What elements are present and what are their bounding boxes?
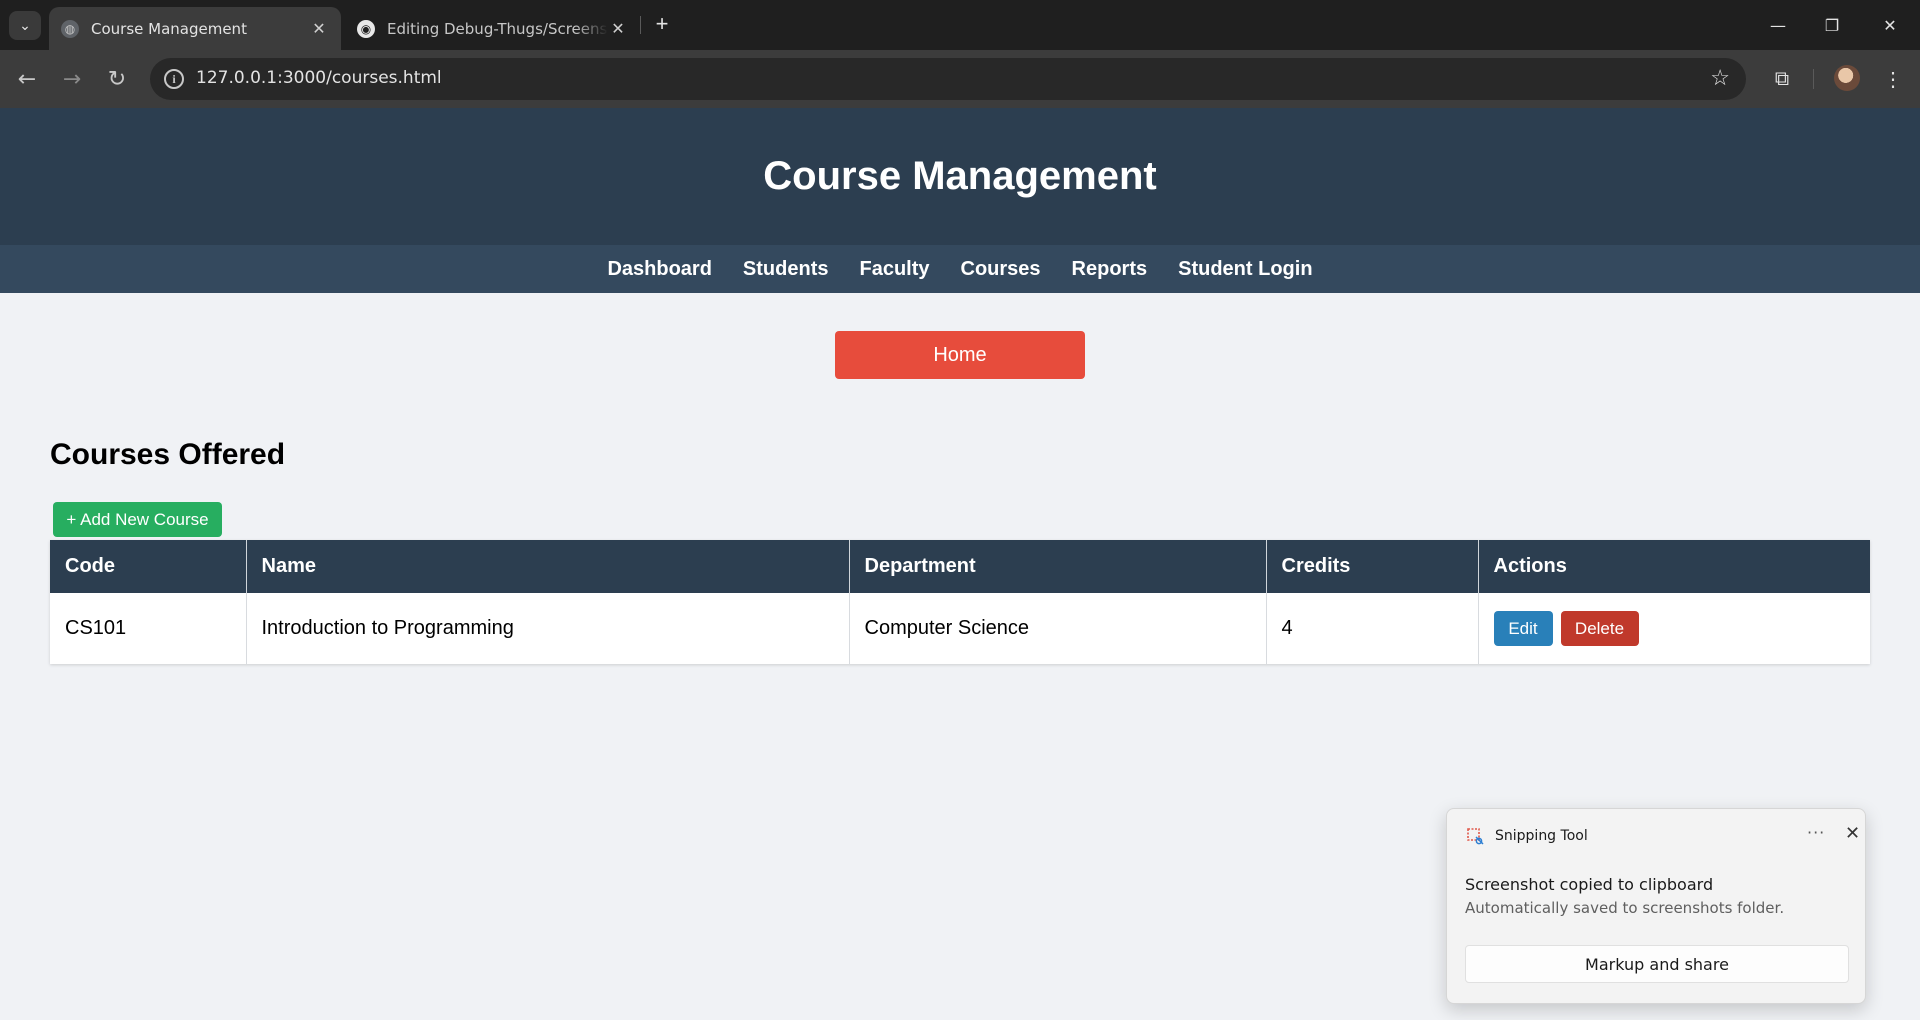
chevron-down-icon[interactable]: ⌄	[9, 11, 41, 40]
profile-avatar[interactable]	[1834, 65, 1860, 91]
toast-detail: Automatically saved to screenshots folde…	[1465, 899, 1785, 917]
nav-link-dashboard[interactable]: Dashboard	[607, 258, 711, 281]
tab-title: Editing Debug-Thugs/Screenshots	[387, 19, 608, 38]
tab-title: Course Management	[91, 19, 247, 38]
column-header-actions: Actions	[1478, 540, 1870, 593]
table-row: CS101 Introduction to Programming Comput…	[50, 593, 1870, 664]
cell-actions: Edit Delete	[1478, 593, 1870, 664]
address-bar[interactable]: i 127.0.0.1:3000/courses.html ☆	[150, 58, 1746, 100]
section-title: Courses Offered	[50, 438, 286, 471]
markup-and-share-button[interactable]: Markup and share	[1465, 945, 1849, 983]
tab-divider	[640, 16, 641, 34]
add-course-button[interactable]: + Add New Course	[53, 502, 222, 537]
more-options-icon[interactable]: ···	[1807, 823, 1825, 842]
tab-course-management[interactable]: ◍ Course Management ✕	[49, 7, 341, 50]
page-title: Course Management	[763, 154, 1157, 198]
arrow-right-icon[interactable]: →	[57, 64, 87, 94]
tab-editing-screenshots[interactable]: ◉ Editing Debug-Thugs/Screenshots ✕	[345, 7, 640, 50]
close-icon[interactable]: ✕	[309, 19, 329, 38]
puzzle-icon[interactable]: ⧉	[1767, 64, 1797, 94]
kebab-menu-icon[interactable]: ⋮	[1878, 64, 1908, 94]
plus-icon[interactable]: +	[650, 12, 674, 36]
nav-link-students[interactable]: Students	[743, 258, 829, 281]
toast-app-name: Snipping Tool	[1495, 828, 1588, 844]
cell-code: CS101	[50, 593, 247, 664]
close-icon[interactable]: ✕	[608, 19, 628, 38]
url-text[interactable]: 127.0.0.1:3000/courses.html	[196, 68, 442, 88]
table-header-row: Code Name Department Credits Actions	[50, 540, 1870, 593]
window-close-icon[interactable]: ✕	[1870, 8, 1910, 42]
browser-toolbar: ← → ↻ i 127.0.0.1:3000/courses.html ☆ ⧉ …	[0, 50, 1920, 108]
cell-name: Introduction to Programming	[246, 593, 850, 664]
arrow-left-icon[interactable]: ←	[12, 64, 42, 94]
cell-credits: 4	[1266, 593, 1479, 664]
globe-icon: ◍	[61, 19, 79, 38]
home-button[interactable]: Home	[835, 331, 1085, 379]
courses-table: Code Name Department Credits Actions CS1…	[50, 540, 1870, 664]
star-icon[interactable]: ☆	[1710, 65, 1730, 91]
info-icon[interactable]: i	[164, 69, 184, 89]
restore-icon[interactable]: ❐	[1812, 8, 1852, 42]
toast-message: Screenshot copied to clipboard	[1465, 875, 1714, 894]
nav-link-courses[interactable]: Courses	[961, 258, 1041, 281]
nav-link-faculty[interactable]: Faculty	[859, 258, 929, 281]
edit-button[interactable]: Edit	[1493, 611, 1553, 646]
site-header: Course Management	[0, 108, 1920, 245]
minimize-icon[interactable]: —	[1758, 8, 1798, 42]
site-nav: Dashboard Students Faculty Courses Repor…	[0, 245, 1920, 293]
cell-department: Computer Science	[849, 593, 1267, 664]
nav-link-student-login[interactable]: Student Login	[1178, 258, 1312, 281]
reload-icon[interactable]: ↻	[102, 64, 132, 94]
nav-link-reports[interactable]: Reports	[1072, 258, 1148, 281]
snipping-tool-notification: Snipping Tool ··· ✕ Screenshot copied to…	[1446, 808, 1866, 1004]
browser-tab-strip: ⌄ ◍ Course Management ✕ ◉ Editing Debug-…	[0, 0, 1920, 50]
column-header-code: Code	[50, 540, 247, 593]
column-header-department: Department	[849, 540, 1267, 593]
column-header-name: Name	[246, 540, 850, 593]
column-header-credits: Credits	[1266, 540, 1479, 593]
close-icon[interactable]: ✕	[1845, 823, 1860, 844]
snipping-tool-icon	[1467, 828, 1484, 845]
toolbar-divider	[1813, 69, 1814, 89]
delete-button[interactable]: Delete	[1560, 611, 1639, 646]
github-icon: ◉	[357, 19, 375, 38]
